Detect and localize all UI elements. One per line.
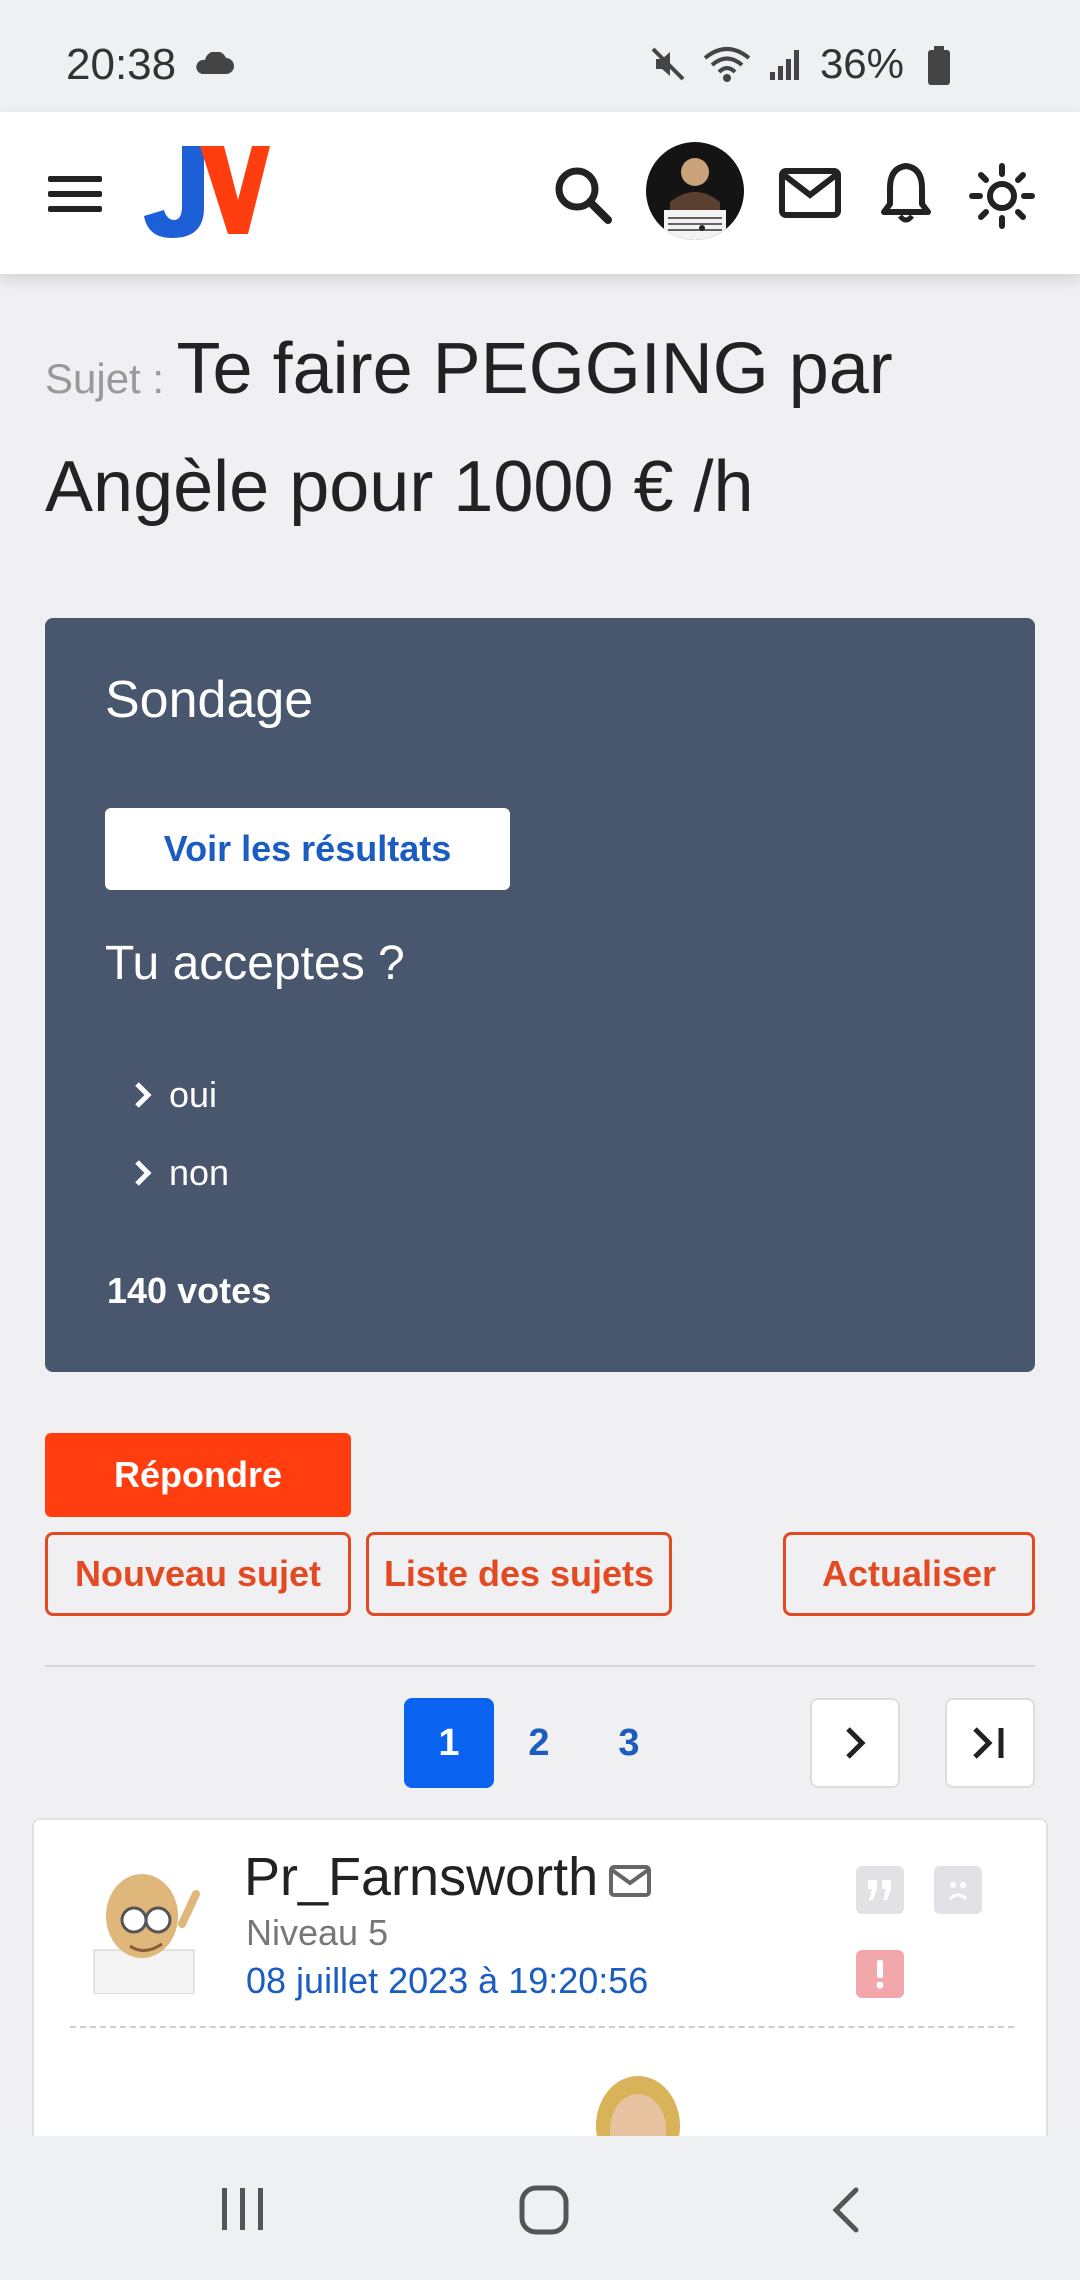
poll-panel: Sondage Voir les résultats Tu acceptes ?… [45,618,1035,1372]
topic-prefix: Sujet : [45,355,165,402]
poll-option-non[interactable]: non [133,1152,229,1194]
post-image[interactable] [588,2066,688,2146]
back-icon[interactable] [828,2184,864,2236]
post-author[interactable]: Pr_Farnsworth [244,1846,598,1908]
divider [45,1665,1035,1667]
topic-title: Sujet : Te faire PEGGING par Angèle pour… [45,320,1045,556]
mail-icon[interactable] [778,167,842,219]
chevron-right-icon [846,1727,866,1759]
post-author-level: Niveau 5 [246,1912,389,1953]
quote-icon [868,1880,891,1900]
last-page-icon [973,1727,1004,1759]
poll-votes-count: 140 votes [107,1270,272,1311]
chevron-right-icon [135,1082,152,1108]
theme-toggle-icon[interactable] [968,162,1036,230]
sad-face-icon [948,1882,968,1901]
poll-option-label: oui [169,1074,218,1115]
next-page-button[interactable] [810,1698,900,1788]
bell-icon[interactable] [880,160,932,224]
message-author-icon[interactable] [608,1864,652,1898]
home-icon[interactable] [518,2184,570,2236]
author-avatar[interactable] [74,1854,214,1994]
recent-apps-icon[interactable] [218,2186,268,2232]
new-topic-button[interactable]: Nouveau sujet [45,1532,351,1616]
quote-button[interactable] [856,1866,904,1914]
system-nav-bar [0,2136,1080,2280]
report-button[interactable] [856,1950,904,1998]
status-icons: 36% [648,40,904,88]
chevron-right-icon [135,1160,152,1186]
page-1[interactable]: 1 [404,1698,494,1788]
jv-logo[interactable] [142,142,272,242]
poll-option-label: non [169,1152,230,1193]
mute-icon [651,47,685,81]
topic-title-text: Te faire PEGGING par Angèle pour 1000 € … [45,329,893,527]
topic-list-button[interactable]: Liste des sujets [366,1532,672,1616]
avatar[interactable] [646,142,744,240]
post-date[interactable]: 08 juillet 2023 à 19:20:56 [246,1960,648,2002]
status-bar: 20:38 36% [0,0,1080,112]
refresh-button[interactable]: Actualiser [783,1532,1035,1616]
alert-icon [876,1960,884,1989]
avatar-portrait [664,158,726,240]
battery-text: 36% [819,40,904,87]
page-3[interactable]: 3 [584,1698,674,1788]
view-results-button[interactable]: Voir les résultats [105,808,510,890]
signal-icon [769,50,799,80]
ignore-button[interactable] [934,1866,982,1914]
battery-icon [928,46,950,85]
search-icon[interactable] [552,164,614,226]
menu-icon[interactable] [46,172,104,216]
cloud-icon [196,52,234,74]
poll-question: Tu acceptes ? [105,937,405,990]
poll-title: Sondage [105,671,314,729]
status-time: 20:38 [66,40,177,89]
page-2[interactable]: 2 [494,1698,584,1788]
last-page-button[interactable] [945,1698,1035,1788]
wifi-icon [703,47,751,82]
post-separator [70,2026,1014,2028]
poll-option-oui[interactable]: oui [133,1074,217,1116]
reply-button[interactable]: Répondre [45,1433,351,1517]
app-header [0,112,1080,274]
